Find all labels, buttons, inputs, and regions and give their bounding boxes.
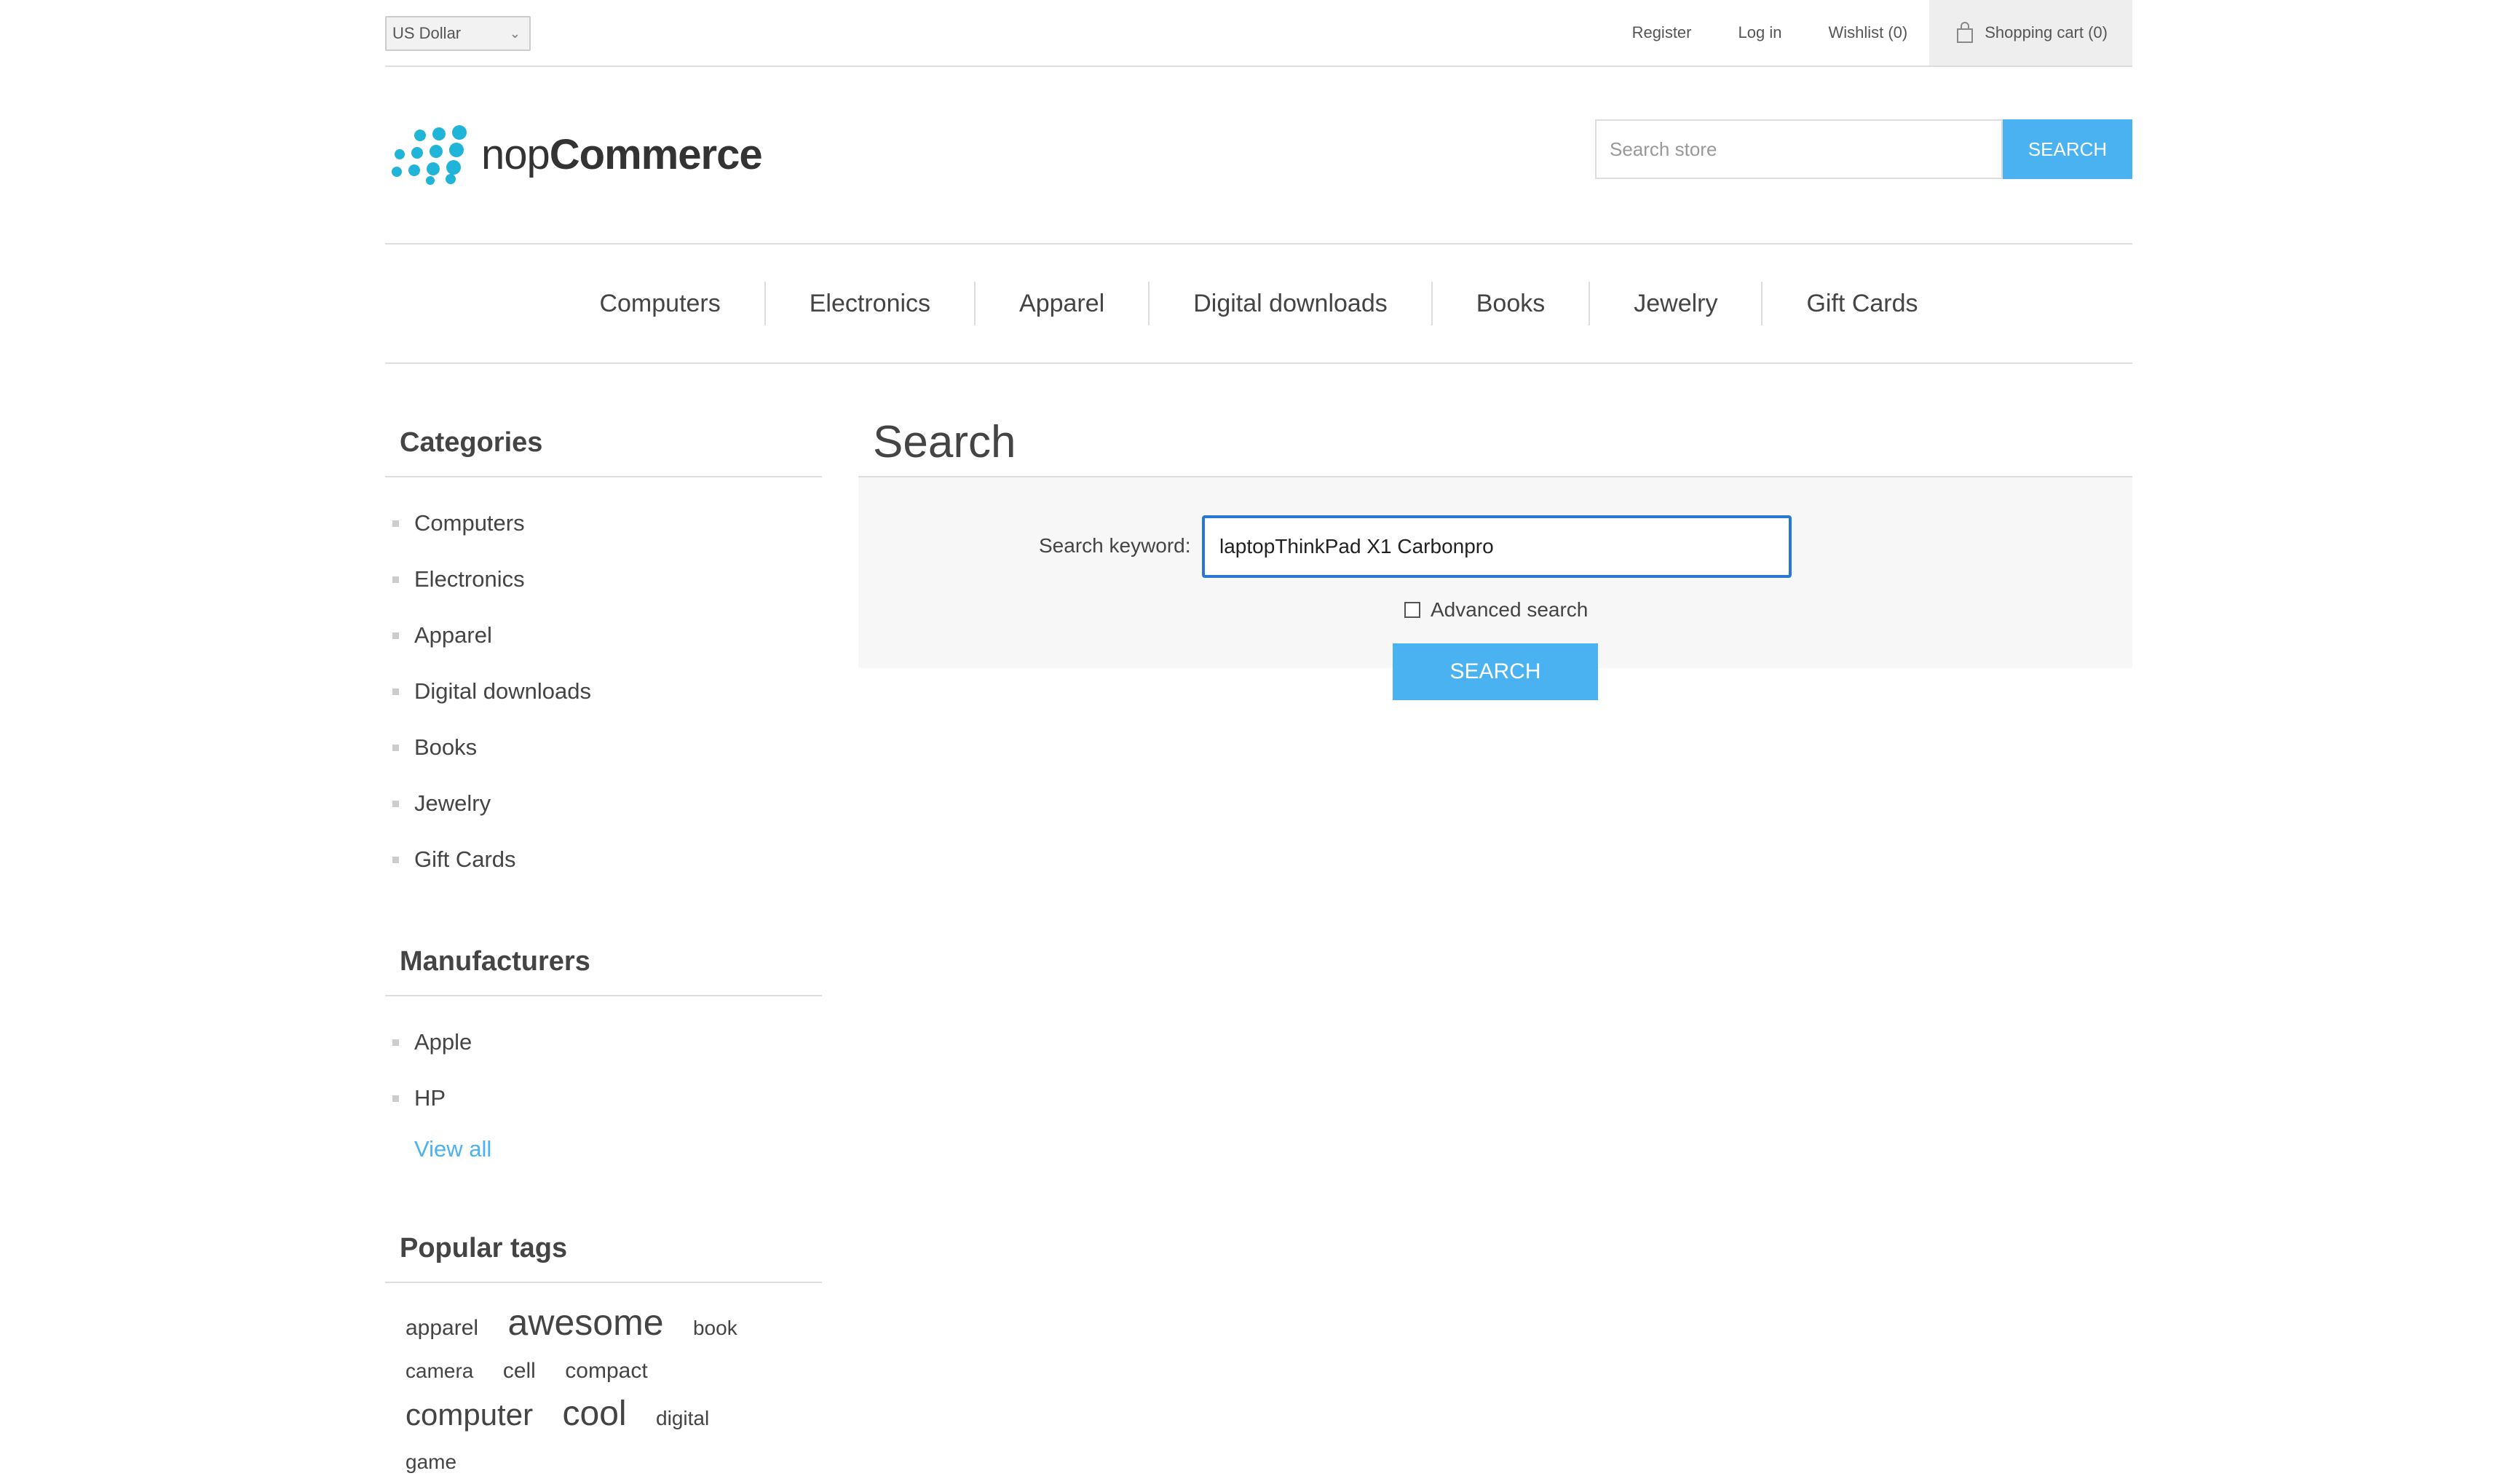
advanced-search-label: Advanced search <box>1431 598 1589 621</box>
categories-title: Categories <box>385 409 822 477</box>
logo-dots-icon <box>392 125 467 185</box>
manufacturer-item[interactable]: HP <box>385 1070 822 1126</box>
categories-list: Computers Electronics Apparel Digital do… <box>385 477 822 887</box>
category-item[interactable]: Gift Cards <box>385 831 822 887</box>
advanced-search-option[interactable]: Advanced search <box>1404 598 1588 622</box>
tag-link[interactable]: awesome <box>508 1301 664 1344</box>
chevron-down-icon: ⌄ <box>509 26 521 41</box>
popular-tags-cloud: apparel awesome book camera cell compact… <box>385 1283 813 1484</box>
wishlist-link[interactable]: Wishlist (0) <box>1828 23 1907 42</box>
tag-link[interactable]: book <box>693 1306 737 1350</box>
popular-tags-title: Popular tags <box>385 1215 822 1283</box>
tag-link[interactable]: cool <box>563 1392 627 1436</box>
tag-link[interactable]: compact <box>565 1350 647 1392</box>
category-item[interactable]: Apparel <box>385 607 822 663</box>
menu-item-gift-cards[interactable]: Gift Cards <box>1761 282 1961 325</box>
category-item[interactable]: Books <box>385 719 822 775</box>
logo-text: nopCommerce <box>481 130 763 179</box>
shopping-cart-label: Shopping cart (0) <box>1985 23 2108 41</box>
category-item[interactable]: Electronics <box>385 551 822 607</box>
menu-item-apparel[interactable]: Apparel <box>974 282 1148 325</box>
shopping-bag-icon <box>1957 22 1974 43</box>
categories-block: Categories Computers Electronics Apparel… <box>385 409 822 887</box>
search-input-panel: Search keyword: Advanced search <box>858 477 2132 668</box>
shopping-cart-link[interactable]: Shopping cart (0) <box>1929 0 2132 66</box>
sidebar: Categories Computers Electronics Apparel… <box>385 409 822 1484</box>
category-item[interactable]: Digital downloads <box>385 663 822 719</box>
menu-item-books[interactable]: Books <box>1431 282 1589 325</box>
tag-link[interactable]: digital <box>656 1397 709 1440</box>
advanced-search-checkbox[interactable] <box>1404 602 1420 618</box>
search-keyword-input[interactable] <box>1202 515 1792 578</box>
currency-selector[interactable]: US Dollar ⌄ <box>385 16 531 51</box>
manufacturers-view-all-link[interactable]: View all <box>385 1136 822 1162</box>
header-links: Register Log in Wishlist (0) Shopping ca… <box>1632 0 2132 66</box>
category-item[interactable]: Computers <box>385 495 822 551</box>
menu-item-jewelry[interactable]: Jewelry <box>1589 282 1761 325</box>
menu-item-electronics[interactable]: Electronics <box>764 282 974 325</box>
manufacturers-block: Manufacturers Apple HP View all <box>385 928 822 1162</box>
search-keyword-label: Search keyword: <box>1039 534 1191 557</box>
menu-item-computers[interactable]: Computers <box>555 282 764 325</box>
currency-selector-value: US Dollar <box>392 24 462 42</box>
logo-prefix: nop <box>481 130 550 178</box>
tag-link[interactable]: cell <box>503 1350 536 1392</box>
search-button[interactable]: SEARCH <box>1393 643 1598 700</box>
manufacturer-item[interactable]: Apple <box>385 1014 822 1070</box>
store-search: SEARCH <box>1595 119 2132 179</box>
tag-link[interactable]: game <box>406 1440 456 1484</box>
menu-item-digital-downloads[interactable]: Digital downloads <box>1148 282 1431 325</box>
store-search-input[interactable] <box>1595 119 2003 179</box>
tag-link[interactable]: camera <box>406 1350 473 1392</box>
store-search-button[interactable]: SEARCH <box>2003 119 2132 179</box>
tag-link[interactable]: computer <box>406 1393 533 1437</box>
search-page: Search Search keyword: Advanced search S… <box>858 409 2132 700</box>
page-title: Search <box>858 409 2132 477</box>
login-link[interactable]: Log in <box>1738 23 1782 42</box>
logo-suffix: Commerce <box>549 130 763 178</box>
header-main: nopCommerce SEARCH <box>385 67 2132 245</box>
register-link[interactable]: Register <box>1632 23 1692 42</box>
manufacturers-title: Manufacturers <box>385 928 822 996</box>
popular-tags-block: Popular tags apparel awesome book camera… <box>385 1215 822 1484</box>
top-menu: Computers Electronics Apparel Digital do… <box>385 245 2132 364</box>
tag-link[interactable]: apparel <box>406 1306 478 1350</box>
store-logo[interactable]: nopCommerce <box>388 124 763 185</box>
manufacturers-list: Apple HP <box>385 996 822 1126</box>
header-links-bar: US Dollar ⌄ Register Log in Wishlist (0)… <box>385 0 2132 67</box>
category-item[interactable]: Jewelry <box>385 775 822 831</box>
